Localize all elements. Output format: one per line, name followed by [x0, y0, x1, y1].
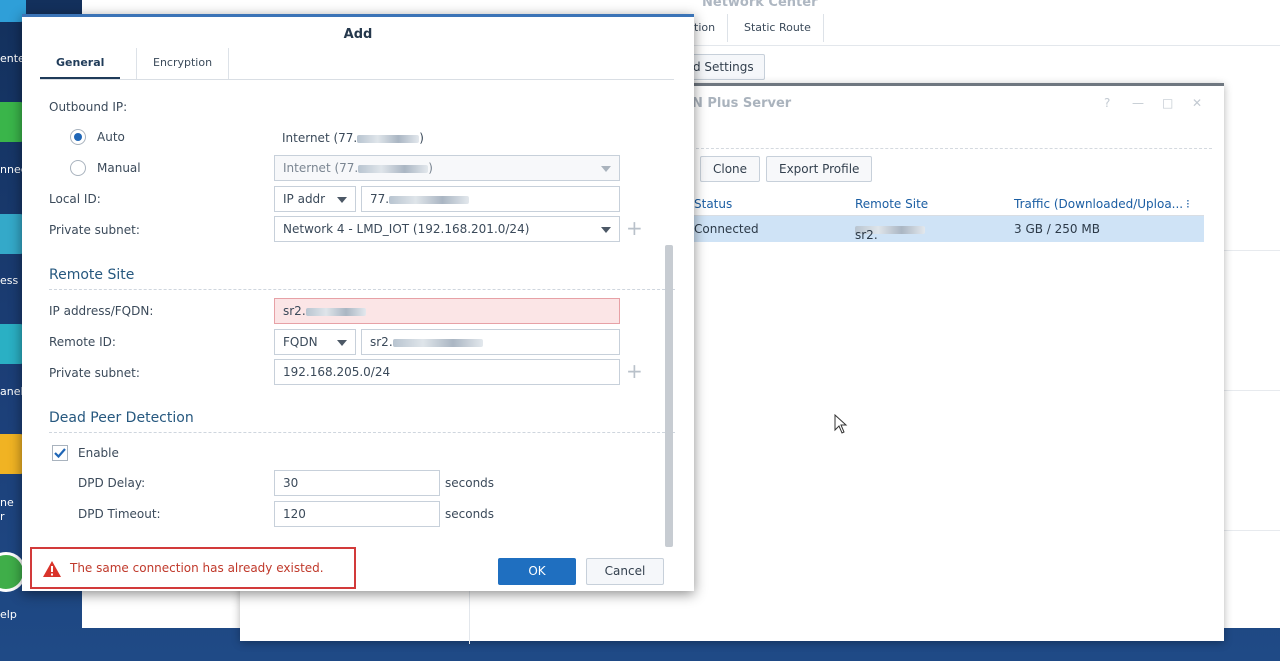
advanced-settings-button[interactable]: d Settings [682, 54, 765, 80]
desktop-label-3: ess [0, 274, 19, 287]
row-traffic: 3 GB / 250 MB [1014, 222, 1100, 236]
ok-button[interactable]: OK [498, 558, 576, 585]
chevron-down-icon [601, 227, 611, 233]
dialog-scrollbar[interactable] [665, 245, 673, 547]
local-subnet-label: Private subnet: [49, 223, 140, 237]
remote-ip-label: IP address/FQDN: [49, 304, 154, 318]
divider [696, 148, 1212, 149]
dpd-delay-input[interactable]: 30 [274, 470, 440, 496]
manual-radio[interactable] [70, 160, 86, 176]
dpd-timeout-input[interactable]: 120 [274, 501, 440, 527]
close-icon[interactable]: ✕ [1192, 96, 1202, 110]
remote-id-type-select[interactable]: FQDN [274, 329, 356, 355]
local-subnet-select[interactable]: Network 4 - LMD_IOT (192.168.201.0/24) [274, 216, 620, 242]
remote-id-label: Remote ID: [49, 335, 116, 349]
tab-connection[interactable]: tion [694, 14, 729, 42]
outbound-ip-label: Outbound IP: [49, 100, 128, 114]
add-subnet-icon[interactable]: + [626, 218, 643, 238]
error-message-box: The same connection has already existed. [30, 547, 356, 589]
tab-static-route[interactable]: Static Route [744, 14, 824, 42]
minimize-icon[interactable]: — [1132, 96, 1144, 110]
dpd-timeout-unit: seconds [445, 507, 495, 521]
clone-button[interactable]: Clone [700, 156, 761, 182]
local-id-type-select[interactable]: IP addr [274, 186, 356, 212]
remote-subnet-label: Private subnet: [49, 366, 140, 380]
divider [1222, 530, 1280, 531]
desktop-label-4: anel [0, 385, 24, 398]
remote-ip-input[interactable]: sr2. [274, 298, 620, 324]
divider [49, 432, 675, 433]
auto-value: Internet (77.) [282, 131, 424, 145]
column-status[interactable]: Status [694, 197, 732, 211]
manual-label: Manual [97, 161, 141, 175]
dpd-delay-unit: seconds [445, 476, 495, 490]
network-center-title: Network Center [702, 0, 818, 10]
column-menu-icon[interactable]: ⁝ [1186, 197, 1190, 211]
dialog-tabs: General Encryption [40, 48, 674, 80]
chevron-down-icon [337, 340, 347, 346]
row-status: Connected [694, 222, 759, 236]
column-remote-site[interactable]: Remote Site [855, 197, 928, 211]
auto-radio[interactable] [70, 129, 86, 145]
remote-id-input[interactable]: sr2. [361, 329, 620, 355]
divider [1222, 250, 1280, 251]
column-traffic[interactable]: Traffic (Downloaded/Uploa... [1014, 197, 1183, 211]
export-profile-button[interactable]: Export Profile [766, 156, 873, 182]
connection-grid: Status Remote Site Traffic (Downloaded/U… [690, 191, 1204, 242]
mouse-cursor-icon [834, 414, 848, 434]
tab-general[interactable]: General [40, 48, 121, 79]
dpd-heading: Dead Peer Detection [49, 410, 194, 426]
divider [1222, 390, 1280, 391]
maximize-icon[interactable]: □ [1162, 96, 1173, 110]
desktop-label-6: r [0, 510, 5, 523]
chevron-down-icon [601, 166, 611, 172]
error-message: The same connection has already existed. [70, 561, 324, 575]
divider [49, 289, 675, 290]
dpd-delay-label: DPD Delay: [78, 476, 146, 490]
warning-icon [43, 561, 61, 577]
help-icon[interactable]: ? [1104, 96, 1110, 110]
desktop-label-5: ne [0, 496, 14, 509]
manual-ip-select[interactable]: Internet (77.) [274, 155, 620, 181]
remote-site-heading: Remote Site [49, 267, 135, 283]
tab-encryption[interactable]: Encryption [136, 48, 230, 79]
dpd-timeout-label: DPD Timeout: [78, 507, 161, 521]
row-remote-site: sr2. [855, 222, 925, 242]
table-row[interactable]: Connected sr2. 3 GB / 250 MB [690, 216, 1204, 242]
grid-header: Status Remote Site Traffic (Downloaded/U… [690, 191, 1204, 216]
remote-subnet-input[interactable]: 192.168.205.0/24 [274, 359, 620, 385]
local-id-input[interactable]: 77. [361, 186, 620, 212]
vpn-window-title: N Plus Server [692, 96, 792, 111]
auto-label: Auto [97, 130, 125, 144]
add-remote-subnet-icon[interactable]: + [626, 361, 643, 381]
add-dialog: Add General Encryption Outbound IP: Auto… [22, 14, 694, 591]
local-id-label: Local ID: [49, 192, 101, 206]
desktop-label-7: elp [0, 608, 17, 621]
dialog-title: Add [343, 27, 373, 42]
chevron-down-icon [337, 197, 347, 203]
cancel-button[interactable]: Cancel [586, 558, 664, 585]
enable-checkbox[interactable] [52, 445, 68, 461]
enable-label: Enable [78, 446, 119, 460]
